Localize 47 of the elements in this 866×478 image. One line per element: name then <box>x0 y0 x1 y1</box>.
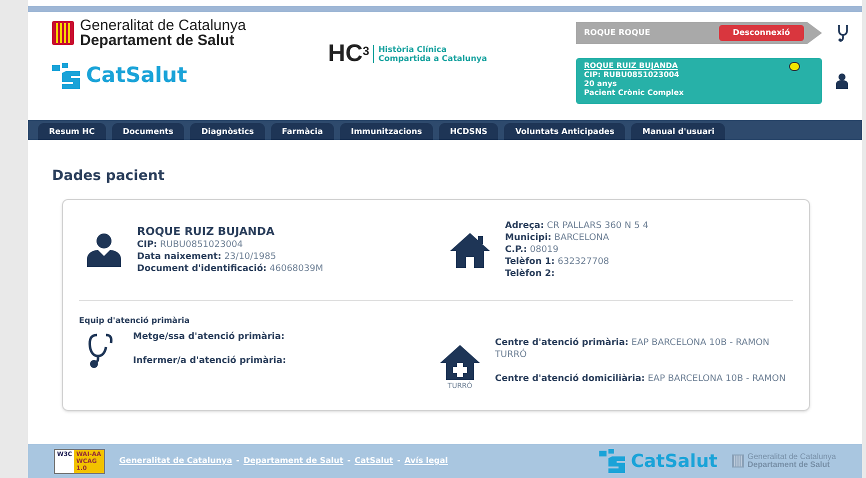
nav-tab[interactable]: Immunitzacions <box>340 123 433 140</box>
section-title: Equip d'atenció primària <box>79 315 191 327</box>
page-title: Dades pacient <box>52 167 166 186</box>
nav-tab[interactable]: Voluntats Anticipades <box>504 123 626 140</box>
field-text: Data naixement: 23/10/1985 <box>137 251 278 263</box>
field-text: Centre d'atenció domiciliària: EAP BARCELONA 10B - RAMON <box>495 373 787 385</box>
user-icon <box>85 233 123 267</box>
field-text: CIP: RUBU0851023004 <box>137 239 244 251</box>
link-separator: - <box>347 455 351 467</box>
flag-logo-icon <box>732 454 744 468</box>
catsalut-logo-text: CatSalut <box>630 450 718 474</box>
field-text: Telèfon 2: <box>505 268 556 280</box>
field-text: Municipi: BARCELONA <box>505 232 610 244</box>
nav-tab[interactable]: Manual d'usuari <box>631 123 726 140</box>
user-name: ROQUE ROQUE <box>584 27 650 39</box>
link-separator: - <box>397 455 400 467</box>
house-icon <box>449 231 491 269</box>
patient-name: ROQUE RUIZ BUJANDA <box>137 225 276 239</box>
health-centre-icon <box>439 343 481 381</box>
hc3-logo-text: HC$^{3}$ <box>328 42 370 66</box>
department-name: Departament de Salut <box>748 461 830 469</box>
catsalut-logo-text: CatSalut <box>86 62 188 89</box>
field-text: Centre d'atenció primària: EAP BARCELONA 10B - RAMON TURRÓ <box>495 337 770 361</box>
nav-tab[interactable]: Resum HC <box>38 123 106 140</box>
nav-tab[interactable]: HCDSNS <box>438 123 498 140</box>
field-text: Adreça: CR PALLARS 360 N 5 4 <box>505 220 648 232</box>
nav-tab[interactable]: Farmàcia <box>270 123 334 140</box>
hc3-subtitle: Història Clínica <box>378 45 448 54</box>
catsalut-logo-icon <box>52 62 82 89</box>
hc3-subtitle: Compartida a Catalunya <box>378 54 488 63</box>
flag-logo-icon <box>52 21 74 45</box>
field-text: Telèfon 1: 632327708 <box>505 256 610 268</box>
stethoscope-icon <box>836 24 850 42</box>
catsalut-logo-icon <box>598 449 627 473</box>
field-text: Document d'identificació: 46068039M <box>137 263 324 275</box>
department-name: Departament de Salut <box>80 33 234 48</box>
nav-tab[interactable]: Diagnòstics <box>190 123 265 140</box>
person-icon <box>836 73 848 89</box>
field-text: Infermer/a d'atenció primària: <box>133 355 286 367</box>
nav-tab[interactable]: Documents <box>112 123 184 140</box>
logout-button[interactable]: Desconnexió <box>718 25 804 41</box>
status-indicator-icon <box>789 62 800 71</box>
org-name: Generalitat de Catalunya <box>80 18 246 33</box>
field-text: C.P.: 08019 <box>505 244 560 256</box>
link-separator: - <box>236 455 240 467</box>
org-name: Generalitat de Catalunya <box>748 453 836 461</box>
field-text: Metge/ssa d'atenció primària: <box>133 331 286 343</box>
